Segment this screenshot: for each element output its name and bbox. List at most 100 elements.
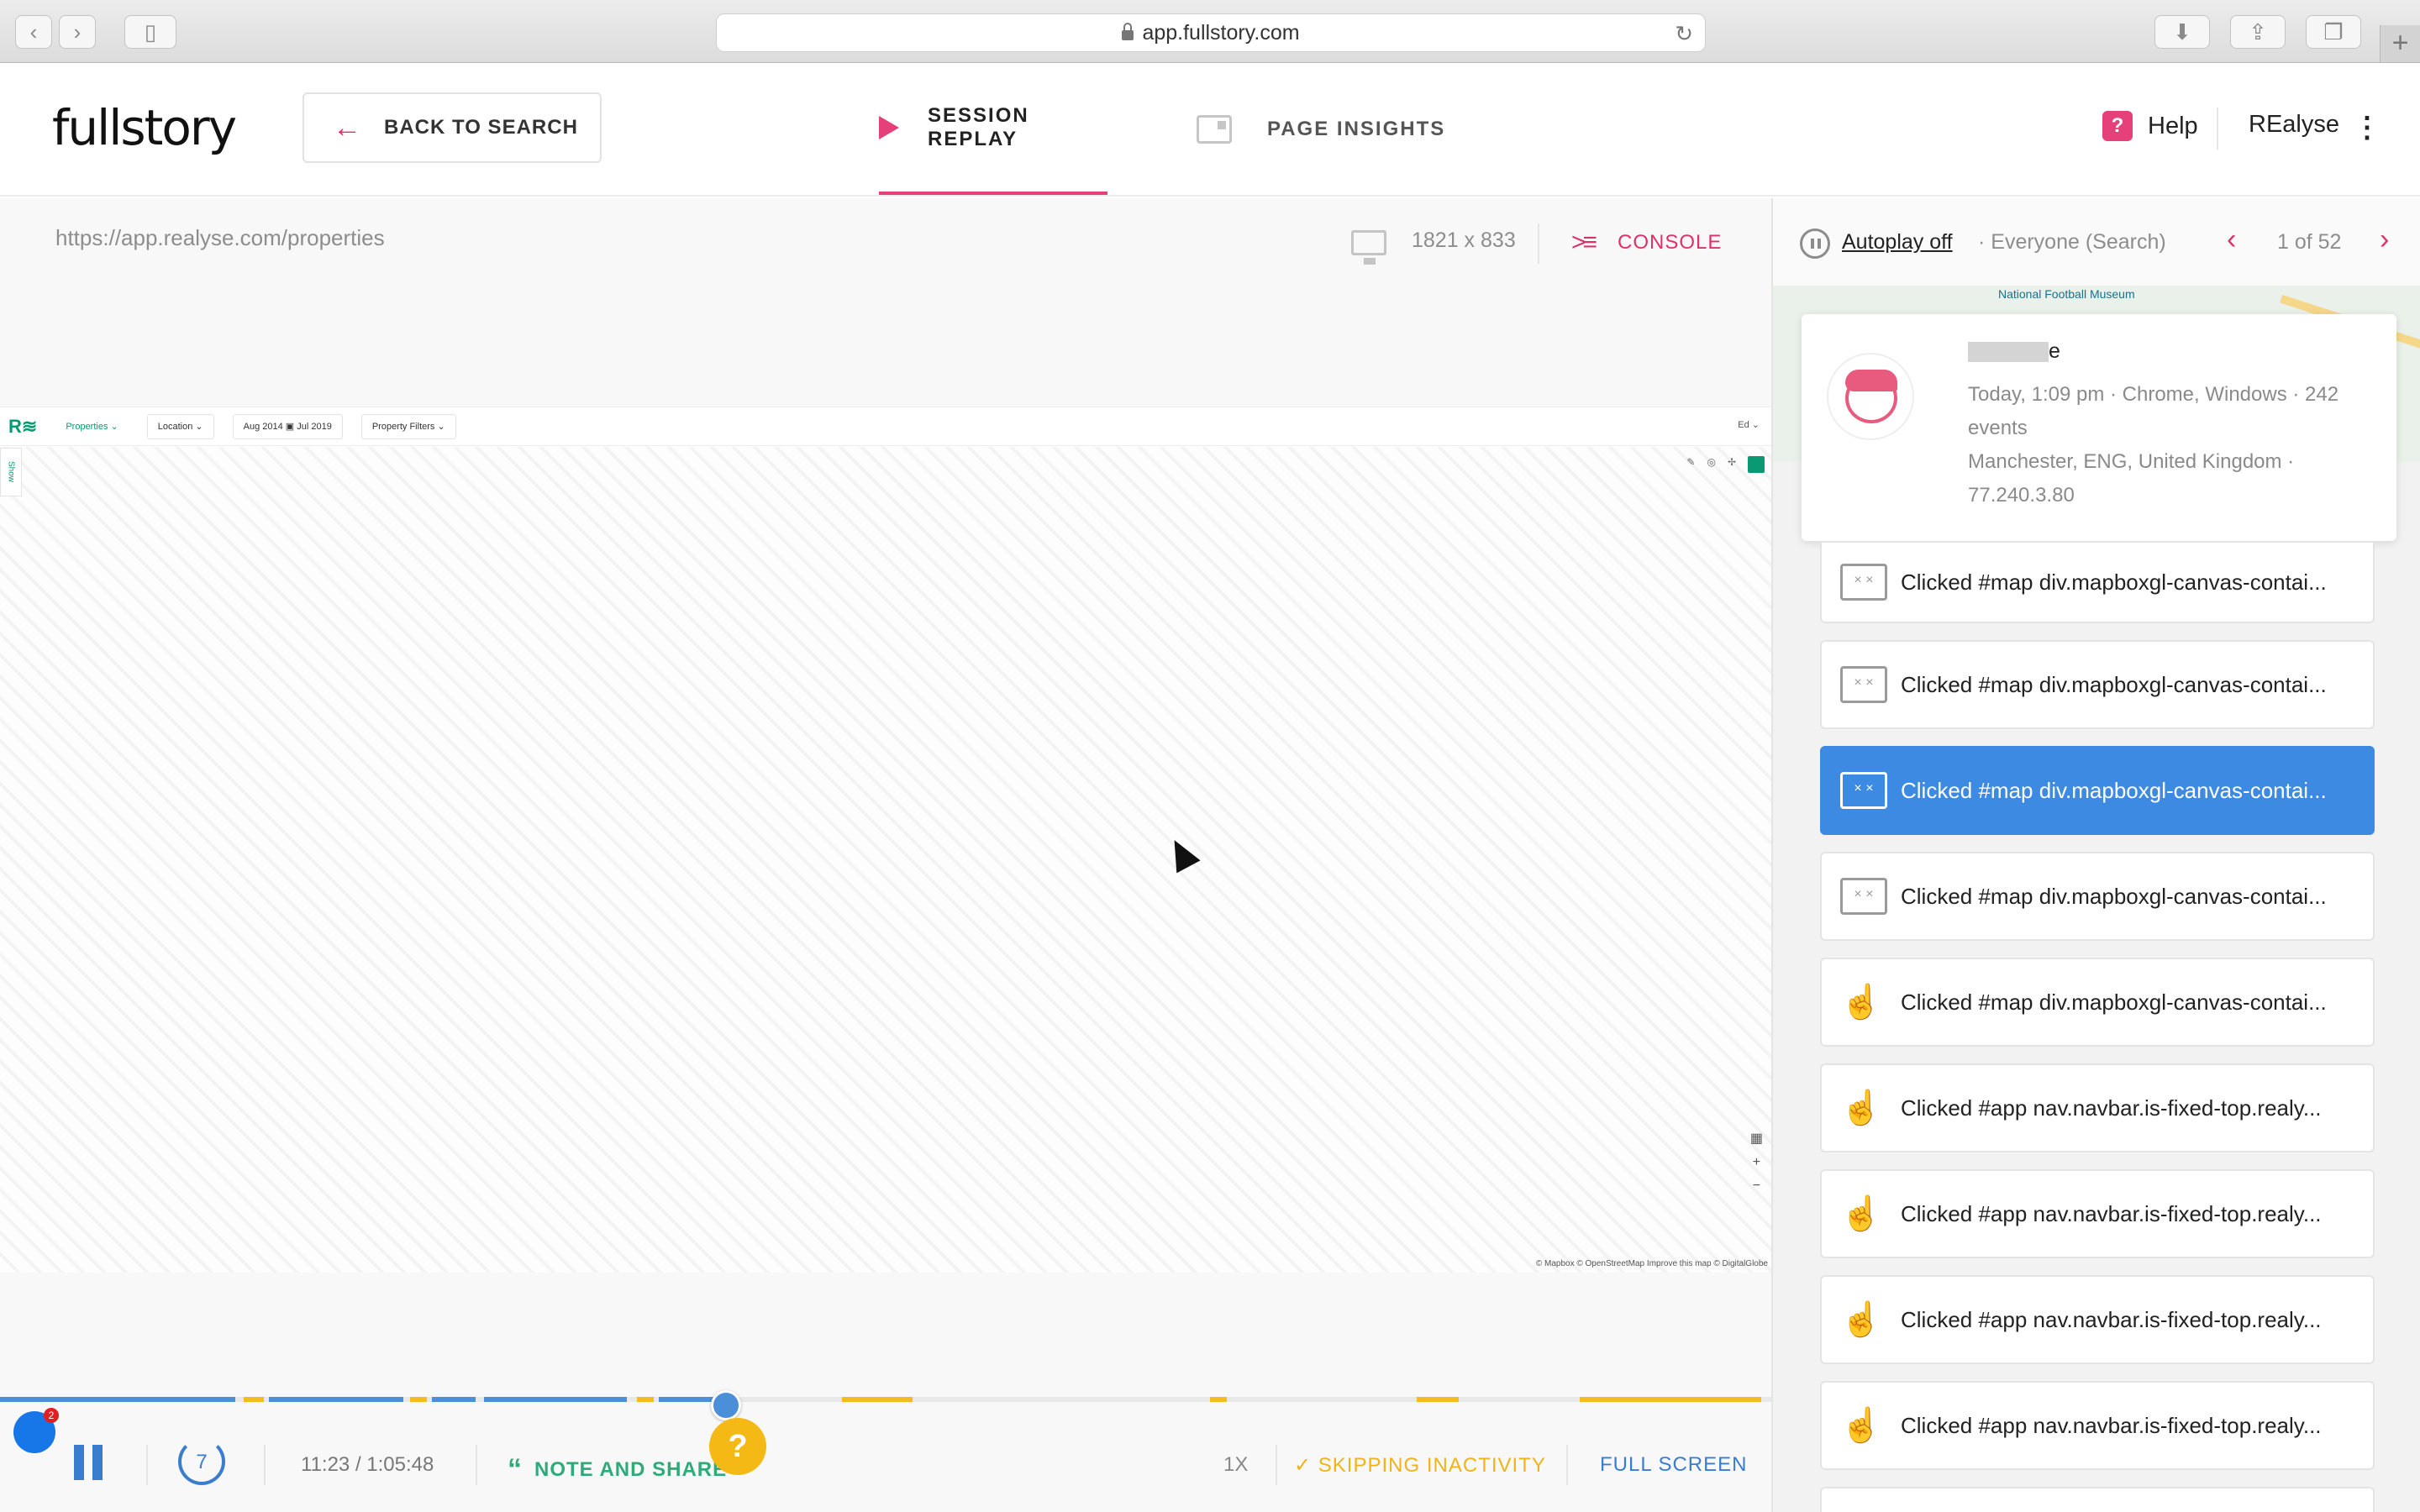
segment-label: · Everyone (Search) — [1978, 230, 2166, 254]
user-name: e — [1968, 339, 2060, 364]
autoplay-pause-icon[interactable] — [1800, 228, 1830, 259]
tab-page-insights-label: PAGE INSIGHTS — [1267, 118, 1446, 140]
page-insights-icon — [1197, 115, 1232, 144]
sidebar-toggle-icon[interactable]: ▯ — [124, 15, 176, 49]
event-item[interactable]: × × Clicked #map div.mapboxgl-canvas-cont… — [1820, 640, 2375, 729]
event-item[interactable]: ☝ Clicked #app nav.navbar.is-fixed-top.re… — [1820, 1169, 2375, 1258]
zoom-in-icon: + — [1752, 1155, 1761, 1169]
timeline-segment — [432, 1397, 476, 1402]
arrow-left-icon: ← — [333, 111, 362, 144]
tab-page-insights[interactable]: PAGE INSIGHTS — [1197, 64, 1445, 195]
back-to-search-label: BACK TO SEARCH — [384, 116, 578, 139]
tab-session-replay[interactable]: SESSION REPLAY — [879, 64, 1107, 195]
playback-speed[interactable]: 1X — [1223, 1453, 1248, 1477]
event-text: Clicked #map div.mapboxgl-canvas-contai.… — [1901, 883, 2327, 909]
browser-window-icon: × × — [1840, 666, 1887, 703]
quote-icon: “ — [508, 1453, 523, 1485]
full-screen-button[interactable]: FULL SCREEN — [1600, 1453, 1747, 1477]
page-url: https://app.realyse.com/properties — [55, 225, 385, 250]
next-session-icon[interactable]: › — [2380, 223, 2389, 256]
event-item[interactable]: × × Clicked #map div.mapboxgl-canvas-cont… — [1820, 852, 2375, 941]
timeline-track[interactable] — [0, 1397, 1771, 1402]
replayed-map-canvas — [0, 447, 1771, 1273]
autoplay-toggle[interactable]: Autoplay off — [1842, 230, 1953, 255]
replay-viewport[interactable]: R≋ Properties ⌄ Location ⌄ Aug 2014 ▣ Ju… — [0, 407, 1771, 1273]
tab-session-replay-label: SESSION REPLAY — [928, 104, 1029, 150]
event-text: Clicked #map div.mapboxgl-canvas-contai.… — [1901, 671, 2327, 697]
event-list: × × Clicked #map div.mapboxgl-canvas-cont… — [1820, 541, 2375, 1512]
event-item[interactable]: × × Clicked #map div.mapboxgl-canvas-cont… — [1820, 541, 2375, 623]
user-name-suffix: e — [2049, 339, 2060, 363]
playback-time: 11:23 / 1:05:48 — [301, 1453, 434, 1476]
event-item[interactable]: × × Clicked #map div.mapboxgl-canvas-cont… — [1820, 746, 2375, 835]
player-area: https://app.realyse.com/properties 1821 … — [0, 198, 1771, 1512]
pointer-hand-icon: ☝ — [1840, 1407, 1882, 1444]
pause-button[interactable] — [74, 1445, 103, 1480]
timeline-segment — [842, 1397, 913, 1402]
replayed-app-toolbar: R≋ Properties ⌄ Location ⌄ Aug 2014 ▣ Ju… — [0, 407, 1771, 446]
more-menu-icon[interactable]: ⋮ — [2353, 111, 2381, 144]
event-text: Clicked #map div.mapboxgl-canvas-contai.… — [1901, 569, 2327, 595]
event-item[interactable]: ☝ Clicked #app nav.navbar.is-fixed-top.re… — [1820, 1275, 2375, 1364]
event-text: Clicked #app nav.navbar.is-fixed-top.rea… — [1901, 1306, 2322, 1332]
user-meta: Today, 1:09 pm · Chrome, Windows · 242 e… — [1968, 378, 2380, 512]
download-icon[interactable]: ⬇ — [2154, 15, 2210, 49]
move-icon: ✢ — [1727, 456, 1736, 468]
session-sidebar: Autoplay off · Everyone (Search) ‹ 1 of … — [1771, 198, 2420, 1512]
note-and-share-label: NOTE AND SHARE — [534, 1457, 728, 1481]
rewind-7-button[interactable]: 7 — [178, 1438, 225, 1485]
new-tab-button[interactable]: + — [2380, 25, 2420, 62]
note-and-share-button[interactable]: “ NOTE AND SHARE — [508, 1453, 727, 1486]
event-text: Clicked #app nav.navbar.is-fixed-top.rea… — [1901, 1095, 2322, 1121]
console-button[interactable]: >≡ CONSOLE — [1571, 228, 1722, 257]
browser-back-button[interactable]: ‹ — [15, 15, 52, 49]
viewport-dimensions: 1821 x 833 — [1412, 228, 1516, 252]
user-card[interactable]: e Today, 1:09 pm · Chrome, Windows · 242… — [1802, 314, 2396, 541]
address-bar[interactable]: app.fullstory.com ↻ — [716, 13, 1706, 52]
previous-session-icon[interactable]: ‹ — [2227, 223, 2236, 256]
pause-icon — [74, 1445, 84, 1480]
sidebar-header: Autoplay off · Everyone (Search) ‹ 1 of … — [1773, 198, 2420, 286]
timeline-segment — [1580, 1397, 1761, 1402]
console-label: CONSOLE — [1618, 231, 1723, 254]
lock-icon — [1122, 23, 1134, 40]
header-divider — [2217, 108, 2218, 150]
help-bubble-button[interactable]: ? — [709, 1418, 766, 1475]
controls-divider — [1566, 1445, 1568, 1485]
replayed-user-menu: Ed ⌄ — [1738, 420, 1760, 430]
session-counter: 1 of 52 — [2277, 230, 2342, 254]
trash-icon — [1748, 456, 1765, 473]
replayed-nav-properties: Properties ⌄ — [66, 422, 118, 432]
user-avatar — [1827, 353, 1914, 440]
timeline-segment — [244, 1397, 264, 1402]
controls-divider — [264, 1445, 266, 1485]
map-attribution: © Mapbox © OpenStreetMap Improve this ma… — [1535, 1259, 1768, 1268]
event-item-partial[interactable] — [1820, 1487, 2375, 1512]
skipping-inactivity-toggle[interactable]: ✓ SKIPPING INACTIVITY — [1294, 1453, 1546, 1478]
browser-toolbar: ‹ › ▯ app.fullstory.com ↻ ⬇ ⇪ ❐ + — [0, 0, 2420, 63]
timeline-segment — [0, 1397, 235, 1402]
event-item[interactable]: ☝ Clicked #app nav.navbar.is-fixed-top.re… — [1820, 1381, 2375, 1470]
controls-divider — [476, 1445, 477, 1485]
replayed-show-tab: Show — [0, 448, 22, 496]
pause-icon — [92, 1445, 103, 1480]
browser-forward-button[interactable]: › — [59, 15, 96, 49]
event-item[interactable]: ☝ Clicked #app nav.navbar.is-fixed-top.re… — [1820, 1063, 2375, 1152]
timeline-segment — [637, 1397, 654, 1402]
timeline-scrubber[interactable] — [711, 1390, 741, 1420]
help-button[interactable]: ? Help — [2102, 111, 2198, 141]
pointer-hand-icon: ☝ — [1840, 1089, 1882, 1126]
controls-divider — [146, 1445, 148, 1485]
reload-icon[interactable]: ↻ — [1675, 21, 1693, 47]
fullstory-logo[interactable]: fullstory — [52, 99, 237, 156]
event-item[interactable]: ☝ Clicked #map div.mapboxgl-canvas-contai… — [1820, 958, 2375, 1047]
pointer-hand-icon: ☝ — [1840, 984, 1882, 1021]
replayed-location-chip: Location ⌄ — [146, 413, 214, 439]
back-to-search-button[interactable]: ← BACK TO SEARCH — [302, 92, 602, 163]
account-name[interactable]: REalyse — [2249, 111, 2339, 139]
tabs-overview-icon[interactable]: ❐ — [2306, 15, 2361, 49]
timeline-segment — [410, 1397, 427, 1402]
browser-window-icon: × × — [1840, 564, 1887, 601]
event-text: Clicked #app nav.navbar.is-fixed-top.rea… — [1901, 1412, 2322, 1438]
share-icon[interactable]: ⇪ — [2230, 15, 2286, 49]
